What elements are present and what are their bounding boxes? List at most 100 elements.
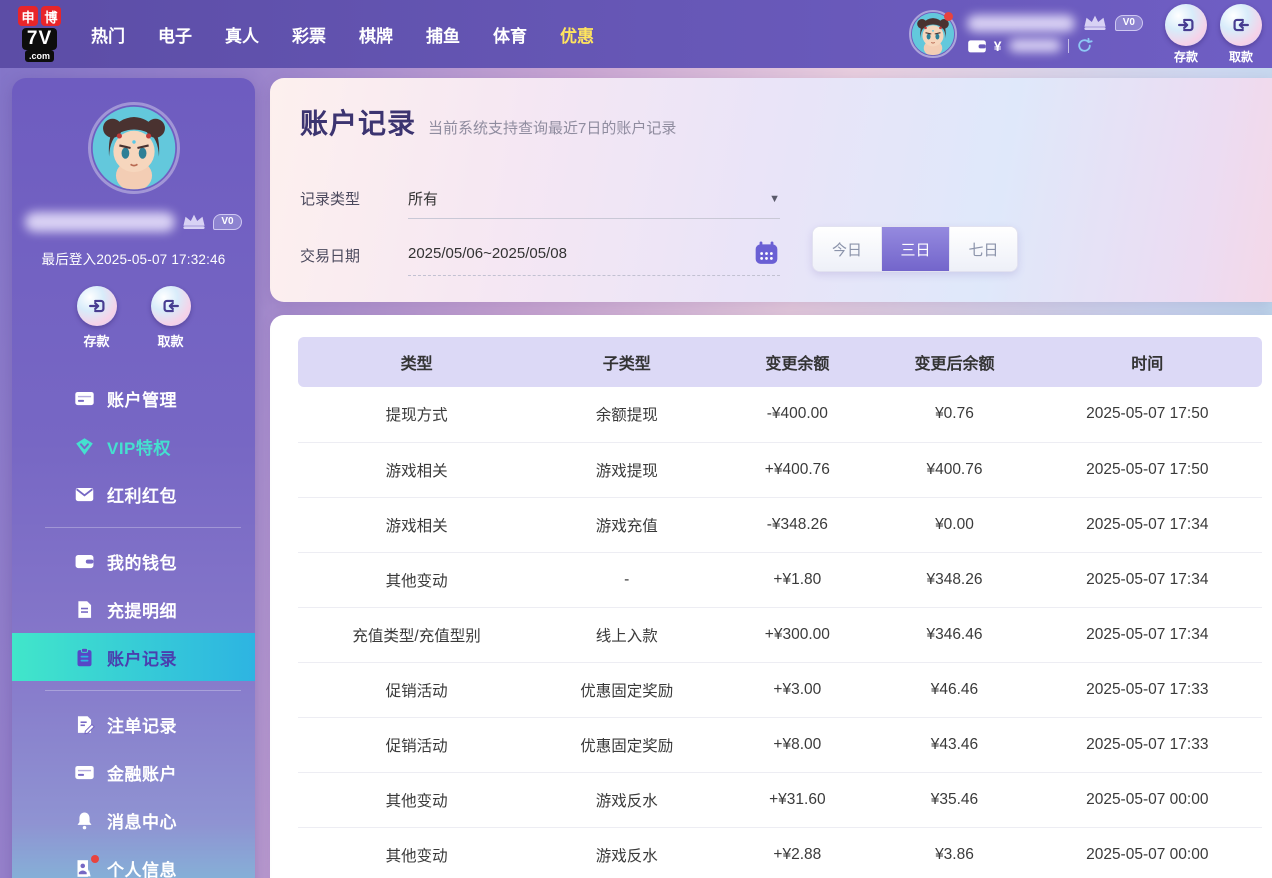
- quick-range-button-3[interactable]: 七日: [949, 227, 1017, 271]
- site-logo[interactable]: 申 博 7V .com: [18, 6, 61, 62]
- sidebar-item-2[interactable]: VIP特权: [12, 422, 255, 470]
- table-cell: +¥8.00: [718, 717, 876, 772]
- vip-crown-icon: [1082, 14, 1108, 32]
- table-cell: +¥300.00: [718, 607, 876, 662]
- nav-item-5[interactable]: 棋牌: [359, 22, 393, 47]
- avatar[interactable]: [88, 102, 180, 194]
- table-cell: 促销活动: [298, 662, 535, 717]
- quick-range-button-1[interactable]: 今日: [813, 227, 881, 271]
- calendar-icon[interactable]: [753, 240, 780, 266]
- date-range-value: 2025/05/06~2025/05/08: [408, 245, 567, 262]
- balance-redacted: [1009, 39, 1061, 52]
- card-icon: [74, 388, 95, 409]
- refresh-balance-icon[interactable]: [1076, 37, 1093, 54]
- file-icon: [74, 599, 95, 620]
- table-cell: 游戏提现: [535, 442, 718, 497]
- wallet-icon: [967, 38, 987, 54]
- table-cell: 优惠固定奖励: [535, 662, 718, 717]
- sidebar-item-9[interactable]: 注单记录: [12, 700, 255, 748]
- sidebar-item-6[interactable]: 充提明细: [12, 585, 255, 633]
- table-cell: ¥43.46: [876, 717, 1032, 772]
- file-pen-icon: [74, 714, 95, 735]
- card-icon: [74, 762, 95, 783]
- topbar-actions: 存款 取款: [1165, 4, 1262, 65]
- quick-date-buttons: 今日三日七日: [812, 226, 1018, 272]
- table-cell: +¥2.88: [718, 827, 876, 878]
- sidebar-actions: 存款 取款: [12, 286, 255, 350]
- envelope-icon: [74, 484, 95, 505]
- page-title: 账户记录: [300, 102, 416, 142]
- sidebar-item-5[interactable]: 我的钱包: [12, 537, 255, 585]
- table-cell: 其他变动: [298, 552, 535, 607]
- table-cell: -¥348.26: [718, 497, 876, 552]
- sidebar-item-7[interactable]: 账户记录: [12, 633, 255, 681]
- sidebar-item-label: 红利红包: [107, 482, 177, 507]
- table-cell: ¥346.46: [876, 607, 1032, 662]
- table-cell: 线上入款: [535, 607, 718, 662]
- table-cell: 2025-05-07 17:34: [1033, 552, 1262, 607]
- avatar-image: [91, 105, 177, 191]
- table-cell: ¥348.26: [876, 552, 1032, 607]
- sidebar-item-12[interactable]: 个人信息: [12, 844, 255, 878]
- nav-item-1[interactable]: 热门: [91, 22, 125, 47]
- table-cell: 游戏相关: [298, 442, 535, 497]
- table-cell: 2025-05-07 17:34: [1033, 497, 1262, 552]
- menu-divider: [45, 690, 241, 691]
- username-redacted: [25, 212, 175, 232]
- user-cluster: V0 ¥: [909, 10, 1143, 58]
- record-type-label: 记录类型: [300, 188, 408, 219]
- withdraw-label: 取款: [1229, 48, 1253, 65]
- withdraw-icon: [151, 286, 191, 326]
- vip-crown-icon: [181, 213, 207, 231]
- sidebar-item-1[interactable]: 账户管理: [12, 374, 255, 422]
- vip-icon: [74, 436, 95, 457]
- sidebar-item-3[interactable]: 红利红包: [12, 470, 255, 518]
- sidebar-item-label: 账户记录: [107, 645, 177, 670]
- person-icon: [74, 858, 95, 878]
- sidebar: V0 最后登入2025-05-07 17:32:46 存款 取款 账户管理VIP…: [12, 78, 255, 878]
- sidebar-item-10[interactable]: 金融账户: [12, 748, 255, 796]
- table-cell: +¥3.00: [718, 662, 876, 717]
- table-row: 游戏相关游戏提现+¥400.76¥400.762025-05-07 17:50: [298, 442, 1262, 497]
- deposit-button[interactable]: 存款: [1165, 4, 1207, 65]
- table-header-cell: 子类型: [535, 337, 718, 387]
- avatar[interactable]: [909, 10, 957, 58]
- table-cell: 2025-05-07 17:34: [1033, 607, 1262, 662]
- sidebar-item-label: 注单记录: [107, 712, 177, 737]
- withdraw-button[interactable]: 取款: [151, 286, 191, 350]
- table-cell: 余额提现: [535, 387, 718, 442]
- table-cell: 2025-05-07 17:33: [1033, 662, 1262, 717]
- nav-item-8[interactable]: 优惠: [560, 22, 594, 47]
- withdraw-label: 取款: [157, 331, 183, 350]
- table-header-cell: 时间: [1033, 337, 1262, 387]
- table-cell: 优惠固定奖励: [535, 717, 718, 772]
- wallet-icon: [74, 551, 95, 572]
- table-cell: 游戏相关: [298, 497, 535, 552]
- table-header-cell: 类型: [298, 337, 535, 387]
- quick-range-button-2[interactable]: 三日: [881, 227, 949, 271]
- deposit-label: 存款: [83, 331, 109, 350]
- deposit-button[interactable]: 存款: [77, 286, 117, 350]
- nav-item-3[interactable]: 真人: [225, 22, 259, 47]
- nav-item-4[interactable]: 彩票: [292, 22, 326, 47]
- table-row: 其他变动游戏反水+¥31.60¥35.462025-05-07 00:00: [298, 772, 1262, 827]
- last-login-text: 最后登入2025-05-07 17:32:46: [12, 248, 255, 268]
- nav-item-6[interactable]: 捕鱼: [426, 22, 460, 47]
- table-header-cell: 变更余额: [718, 337, 876, 387]
- nav-item-7[interactable]: 体育: [493, 22, 527, 47]
- user-info: V0 ¥: [967, 14, 1143, 54]
- records-table: 类型子类型变更余额变更后余额时间 提现方式余额提现-¥400.00¥0.7620…: [298, 337, 1262, 878]
- sidebar-item-11[interactable]: 消息中心: [12, 796, 255, 844]
- sidebar-item-label: 充提明细: [107, 597, 177, 622]
- logo-sub-text: .com: [25, 50, 54, 62]
- record-type-select[interactable]: 所有 ▼: [408, 188, 780, 219]
- table-cell: 其他变动: [298, 827, 535, 878]
- withdraw-button[interactable]: 取款: [1220, 4, 1262, 65]
- nav-item-2[interactable]: 电子: [158, 22, 192, 47]
- vip-level-badge: V0: [1115, 15, 1143, 31]
- date-range-input[interactable]: 2025/05/06~2025/05/08: [408, 240, 780, 276]
- table-cell: +¥400.76: [718, 442, 876, 497]
- table-row: 促销活动优惠固定奖励+¥8.00¥43.462025-05-07 17:33: [298, 717, 1262, 772]
- deposit-label: 存款: [1174, 48, 1198, 65]
- table-cell: 提现方式: [298, 387, 535, 442]
